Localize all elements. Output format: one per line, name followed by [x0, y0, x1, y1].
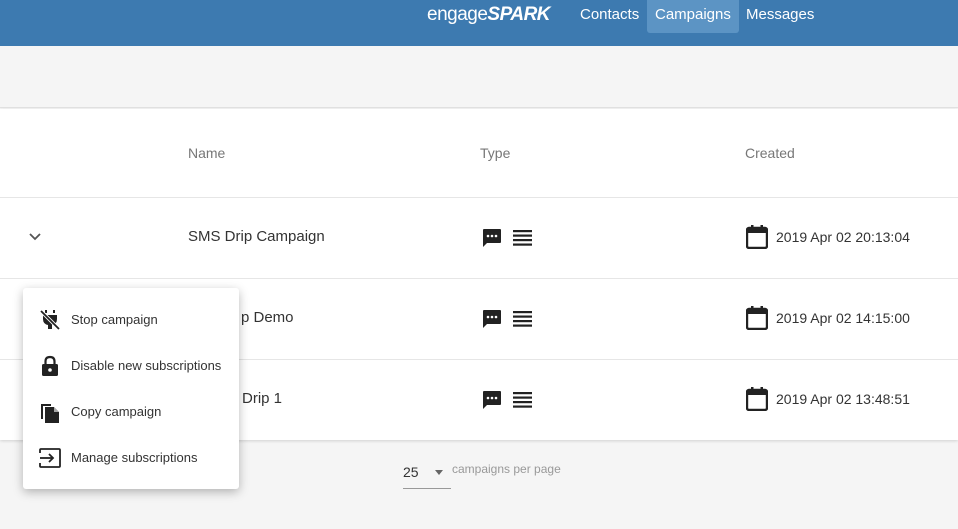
campaign-type — [481, 309, 532, 329]
stop-campaign-icon — [39, 309, 61, 331]
drip-sequence-icon — [513, 230, 532, 246]
created-timestamp: 2019 Apr 02 13:48:51 — [776, 391, 910, 407]
table-row[interactable]: SMS Drip Campaign 2019 Apr 02 20:13:04 — [0, 198, 958, 279]
calendar-icon — [746, 225, 768, 249]
created-cell: 2019 Apr 02 14:15:00 — [746, 306, 910, 330]
table-header: Name Type Created — [0, 109, 958, 198]
logo-suffix: SPARK — [487, 4, 551, 25]
page-size-select[interactable]: 25 — [403, 460, 451, 489]
lock-icon — [42, 355, 58, 376]
manage-subscriptions-icon — [39, 448, 61, 468]
drip-sequence-icon — [513, 392, 532, 408]
created-cell: 2019 Apr 02 13:48:51 — [746, 387, 910, 411]
dropdown-caret-icon — [435, 470, 443, 475]
calendar-icon — [746, 387, 768, 411]
drip-sequence-icon — [513, 311, 532, 327]
page-size-value: 25 — [403, 464, 419, 480]
pagination-control: 25 campaigns per page — [403, 460, 603, 490]
menu-item-label: Manage subscriptions — [71, 450, 198, 465]
sms-message-icon — [483, 229, 501, 247]
created-timestamp: 2019 Apr 02 14:15:00 — [776, 310, 910, 326]
sms-message-icon — [483, 310, 501, 328]
campaign-type — [481, 228, 532, 248]
campaign-name: p Demo — [241, 309, 294, 326]
toolbar-band — [0, 46, 958, 108]
nav-tab-campaigns[interactable]: Campaigns — [647, 0, 739, 33]
campaign-name: SMS Drip Campaign — [188, 228, 325, 245]
menu-item-stop-campaign[interactable]: Stop campaign — [23, 300, 239, 340]
menu-item-label: Stop campaign — [71, 312, 158, 327]
campaign-context-menu: Stop campaign Disable new subscriptions … — [23, 288, 239, 489]
engagespark-logo[interactable]: engageSPARK — [427, 4, 551, 26]
created-cell: 2019 Apr 02 20:13:04 — [746, 225, 910, 249]
chevron-down-icon[interactable] — [28, 230, 42, 244]
top-navigation-bar: engageSPARK Contacts Campaigns Messages — [0, 0, 958, 46]
column-header-type[interactable]: Type — [480, 145, 510, 161]
sms-message-icon — [483, 391, 501, 409]
menu-item-label: Copy campaign — [71, 404, 162, 419]
logo-prefix: engage — [427, 4, 488, 25]
column-header-created[interactable]: Created — [745, 145, 795, 161]
calendar-icon — [746, 306, 768, 330]
campaign-type — [481, 390, 532, 410]
column-header-name[interactable]: Name — [188, 145, 225, 161]
menu-item-copy-campaign[interactable]: Copy campaign — [23, 392, 239, 432]
nav-tab-messages[interactable]: Messages — [738, 0, 822, 33]
menu-item-disable-subscriptions[interactable]: Disable new subscriptions — [23, 346, 239, 386]
copy-icon — [41, 404, 59, 423]
menu-item-manage-subscriptions[interactable]: Manage subscriptions — [23, 438, 239, 478]
campaign-name: Drip 1 — [242, 390, 283, 407]
created-timestamp: 2019 Apr 02 20:13:04 — [776, 229, 910, 245]
menu-item-label: Disable new subscriptions — [71, 358, 222, 373]
nav-tab-contacts[interactable]: Contacts — [572, 0, 647, 33]
page-size-label: campaigns per page — [452, 462, 561, 476]
